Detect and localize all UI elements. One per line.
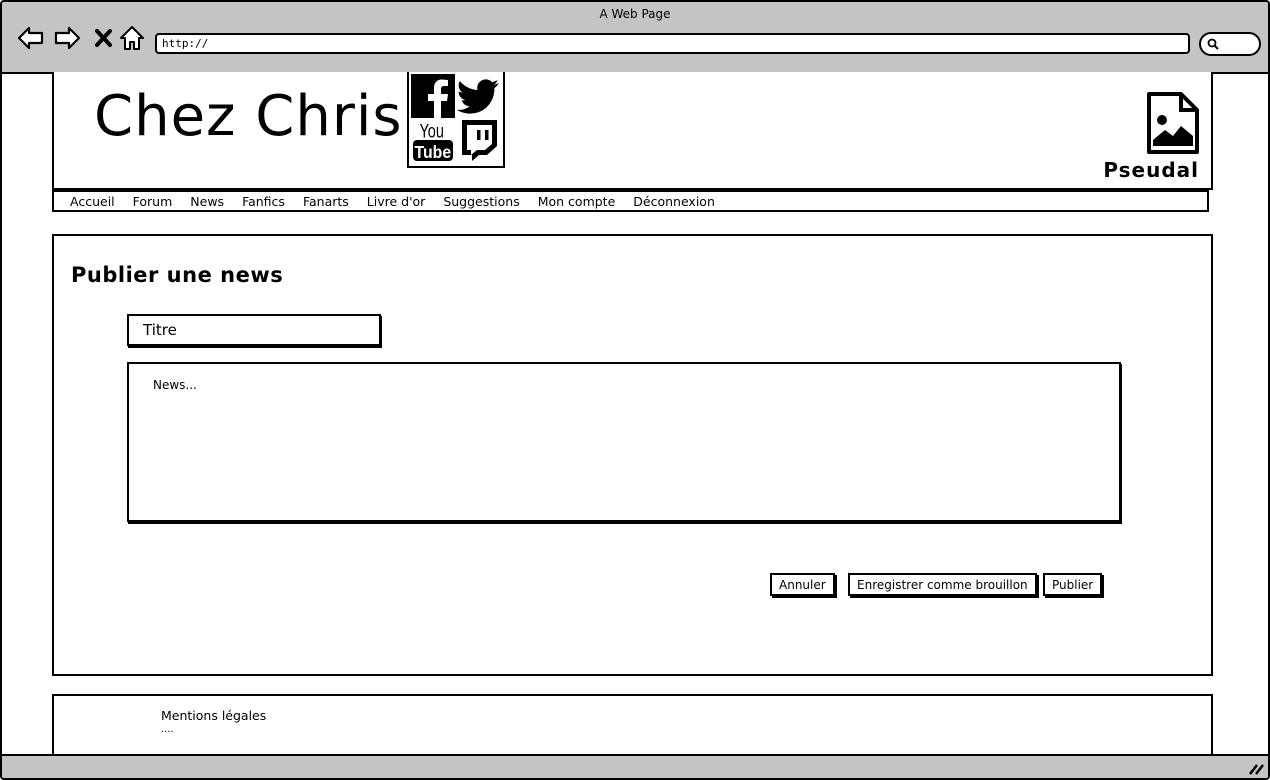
nav-item-forum[interactable]: Forum [133, 194, 173, 209]
browser-window: A Web Page http:// Chez Chris You Tube P… [0, 0, 1270, 780]
browser-statusbar [2, 754, 1268, 778]
profile-image-icon[interactable] [1145, 90, 1201, 156]
facebook-icon[interactable] [411, 74, 455, 118]
site-footer: Mentions légales .... [52, 694, 1213, 758]
save-draft-button[interactable]: Enregistrer comme brouillon [848, 573, 1037, 596]
social-links: You Tube [407, 72, 505, 168]
resize-grip-icon[interactable] [1248, 761, 1264, 775]
nav-item-suggestions[interactable]: Suggestions [443, 194, 519, 209]
nav-item-fanarts[interactable]: Fanarts [303, 194, 349, 209]
site-title: Chez Chris [94, 84, 403, 149]
svg-text:You: You [420, 119, 444, 142]
publish-news-panel: Publier une news Annuler Enregistrer com… [52, 234, 1213, 676]
forward-arrow-icon[interactable] [54, 24, 82, 52]
nav-item-fanfics[interactable]: Fanfics [242, 194, 285, 209]
twitch-icon[interactable] [457, 118, 501, 162]
nav-item-news[interactable]: News [190, 194, 224, 209]
browser-titlebar: A Web Page http:// [2, 2, 1268, 74]
window-title: A Web Page [599, 7, 671, 21]
news-title-input[interactable] [127, 314, 381, 346]
browser-search-field[interactable] [1199, 32, 1261, 56]
nav-item-livre-dor[interactable]: Livre d'or [367, 194, 426, 209]
cancel-button[interactable]: Annuler [770, 573, 835, 596]
site-header: Chez Chris You Tube Pseudal [52, 72, 1213, 190]
search-icon [1207, 38, 1219, 50]
footer-more-text: .... [161, 724, 174, 735]
close-icon[interactable] [90, 24, 118, 52]
page-title: Publier une news [71, 263, 284, 287]
publish-button[interactable]: Publier [1043, 573, 1103, 596]
main-nav: Accueil Forum News Fanfics Fanarts Livre… [52, 190, 1209, 212]
svg-text:Tube: Tube [415, 142, 452, 162]
youtube-icon[interactable]: You Tube [411, 118, 455, 162]
home-icon[interactable] [118, 24, 146, 52]
nav-item-mon-compte[interactable]: Mon compte [538, 194, 616, 209]
url-input[interactable]: http:// [155, 33, 1190, 54]
back-arrow-icon[interactable] [16, 24, 44, 52]
legal-notice-link[interactable]: Mentions légales [161, 708, 266, 723]
username-label[interactable]: Pseudal [1103, 158, 1199, 182]
nav-item-deconnexion[interactable]: Déconnexion [633, 194, 715, 209]
nav-item-accueil[interactable]: Accueil [70, 194, 115, 209]
news-body-textarea[interactable] [127, 362, 1121, 522]
twitter-icon[interactable] [457, 74, 501, 118]
